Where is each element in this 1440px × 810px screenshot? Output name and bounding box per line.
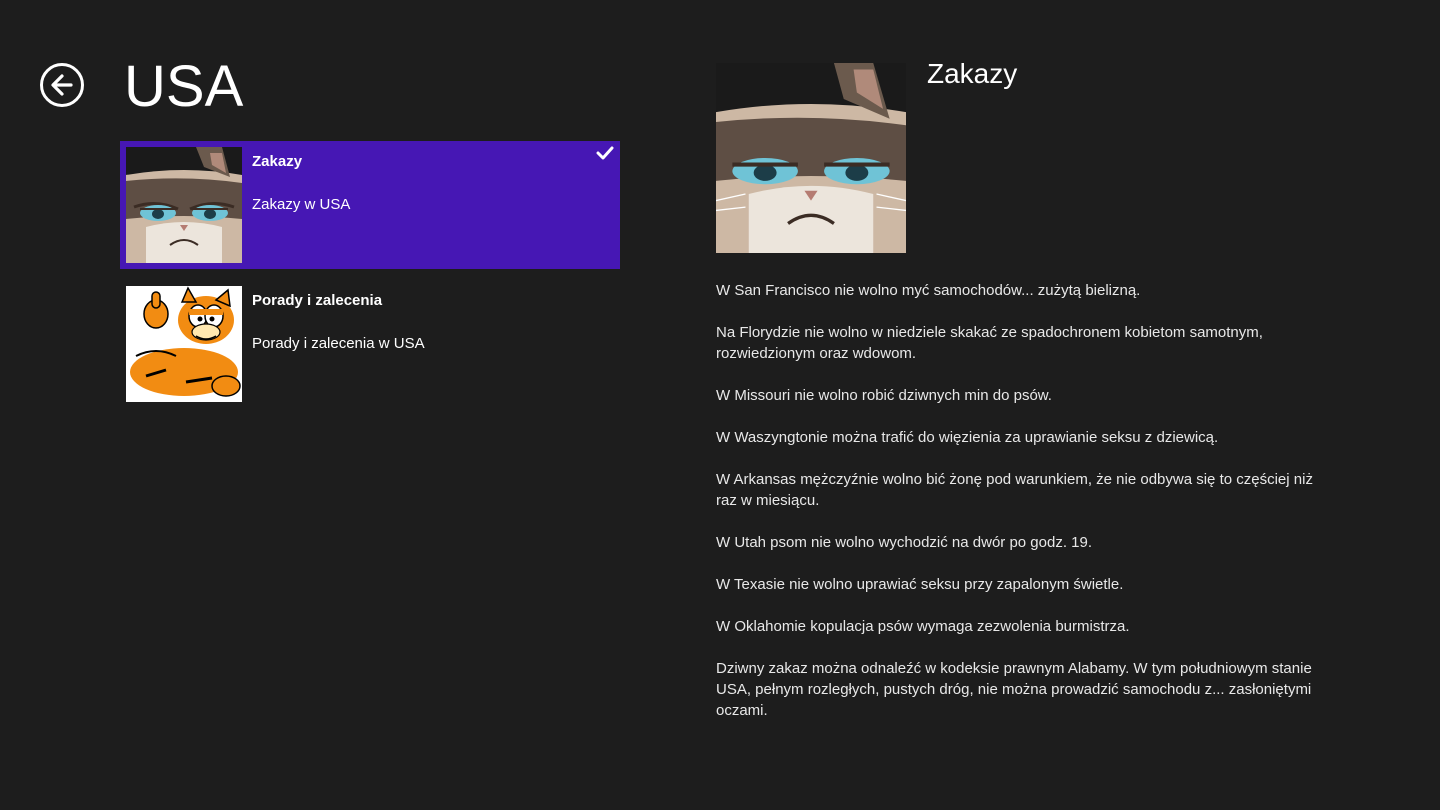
paragraph: W Waszyngtonie można trafić do więzienia…	[716, 429, 1219, 446]
detail-image	[716, 63, 906, 253]
back-button[interactable]	[40, 63, 84, 107]
arrow-left-icon	[51, 74, 73, 96]
checkmark-icon	[596, 146, 614, 160]
paragraph: Dziwny zakaz można odnaleźć w kodeksie p…	[716, 660, 1312, 719]
list-item-porady[interactable]: Porady i zalecenia Porady i zalecenia w …	[120, 280, 620, 408]
paragraph: W San Francisco nie wolno myć samochodów…	[716, 282, 1141, 299]
page-title: USA	[124, 54, 244, 119]
paragraph: W Oklahomie kopulacja psów wymaga zezwol…	[716, 618, 1130, 635]
paragraph: Na Florydzie nie wolno w niedziele skaka…	[716, 324, 1263, 362]
list-item-title: Porady i zalecenia	[252, 292, 383, 309]
garfield-thumbnail	[126, 286, 242, 402]
detail-body: W San Francisco nie wolno myć samochodów…	[716, 280, 1326, 742]
paragraph: W Utah psom nie wolno wychodzić na dwór …	[716, 534, 1093, 551]
list-item-subtitle: Zakazy w USA	[252, 196, 351, 213]
list-item-subtitle: Porady i zalecenia w USA	[252, 335, 425, 352]
paragraph: W Arkansas mężczyźnie wolno bić żonę pod…	[716, 471, 1313, 509]
paragraph: W Texasie nie wolno uprawiać seksu przy …	[716, 576, 1124, 593]
app-page: USA Zakazy Zakazy w USA Porady i zalecen…	[0, 0, 1440, 810]
detail-title: Zakazy	[927, 58, 1018, 89]
grumpy-cat-thumbnail	[126, 147, 242, 263]
paragraph: W Missouri nie wolno robić dziwnych min …	[716, 387, 1052, 404]
list-item-title: Zakazy	[252, 153, 303, 170]
list-item-zakazy[interactable]: Zakazy Zakazy w USA	[120, 141, 620, 269]
